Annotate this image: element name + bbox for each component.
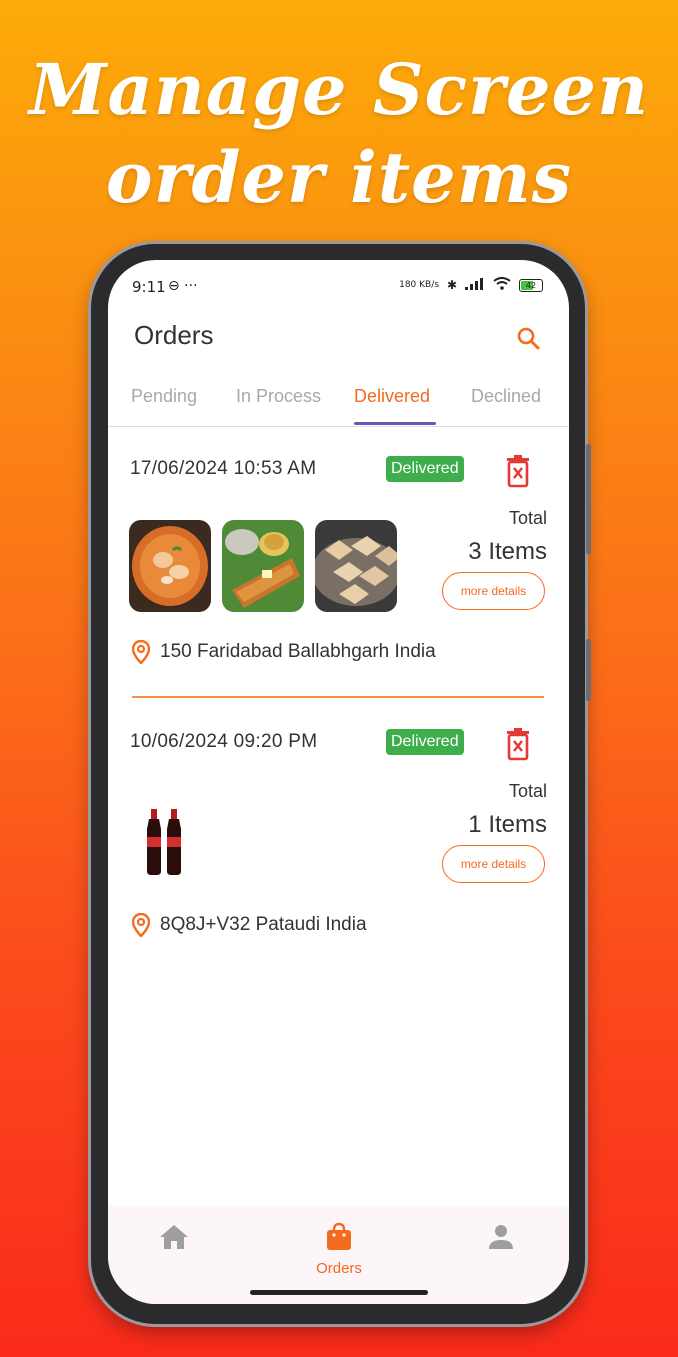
location-pin-icon [132,913,150,937]
status-indicators: ⊖ ··· [168,278,198,294]
status-bar: 9:11 ⊖ ··· 180 KB/s ✱ 42 [108,260,569,316]
network-speed: 180 KB/s [399,280,439,290]
gesture-home-bar[interactable] [250,1290,428,1295]
bluetooth-icon: ✱ [446,278,457,292]
promo-line-1: Manage Screen [29,48,649,131]
order-date: 10/06/2024 09:20 PM [130,731,318,752]
items-count: 3 Items [468,538,547,565]
food-thumbnail [315,520,397,612]
tab-pending[interactable]: Pending [131,386,197,407]
location-pin-icon [132,640,150,664]
status-time: 9:11 [132,278,166,296]
phone-screen: 9:11 ⊖ ··· 180 KB/s ✱ 42 Orders Pending … [108,260,569,1304]
food-thumbnail [129,520,211,612]
more-details-button[interactable]: more details [442,845,545,883]
signal-icon [465,277,485,293]
nav-orders[interactable]: Orders [306,1222,372,1277]
address-text: 150 Faridabad Ballabhgarh India [160,641,436,662]
food-thumbnail [129,793,211,885]
order-date: 17/06/2024 10:53 AM [130,458,317,479]
page-title: Orders [134,320,214,350]
tab-indicator [354,422,436,425]
battery-icon: 42 [519,278,543,292]
total-label: Total [508,781,547,801]
order-card: 17/06/2024 10:53 AM Delivered Total 3 It… [108,436,569,706]
status-badge: Delivered [386,729,464,755]
nav-profile[interactable] [486,1222,516,1256]
order-card: 10/06/2024 09:20 PM Delivered Total 1 It… [108,709,569,979]
tab-in-process[interactable]: In Process [236,386,321,407]
total-label: Total [508,508,547,528]
shopping-bag-icon [327,1222,351,1250]
home-icon [160,1225,188,1249]
delivery-address: 8Q8J+V32 Pataudi India [132,913,367,937]
items-count: 1 Items [468,811,547,838]
status-right: 180 KB/s ✱ 42 [399,277,543,293]
delete-order-button[interactable] [504,454,532,488]
more-details-button[interactable]: more details [442,572,545,610]
trash-icon [507,455,529,488]
nav-home[interactable] [158,1222,190,1256]
trash-icon [507,728,529,761]
delete-order-button[interactable] [504,727,532,761]
order-status-tabs: Pending In Process Delivered Declined [108,374,569,427]
volume-button [586,444,591,554]
promo-line-2: order items [105,136,573,219]
search-button[interactable] [510,320,546,356]
search-icon [517,327,540,350]
tab-declined[interactable]: Declined [471,386,541,407]
tab-delivered[interactable]: Delivered [354,386,430,407]
delivery-address: 150 Faridabad Ballabhgarh India [132,640,436,664]
promo-headline: Manage Screen order items [0,46,678,222]
person-icon [489,1225,513,1249]
nav-orders-label: Orders [316,1260,362,1277]
food-thumbnail [222,520,304,612]
wifi-icon [493,277,511,293]
status-badge: Delivered [386,456,464,482]
power-button [586,639,591,701]
address-text: 8Q8J+V32 Pataudi India [160,914,367,935]
order-divider [132,696,544,698]
